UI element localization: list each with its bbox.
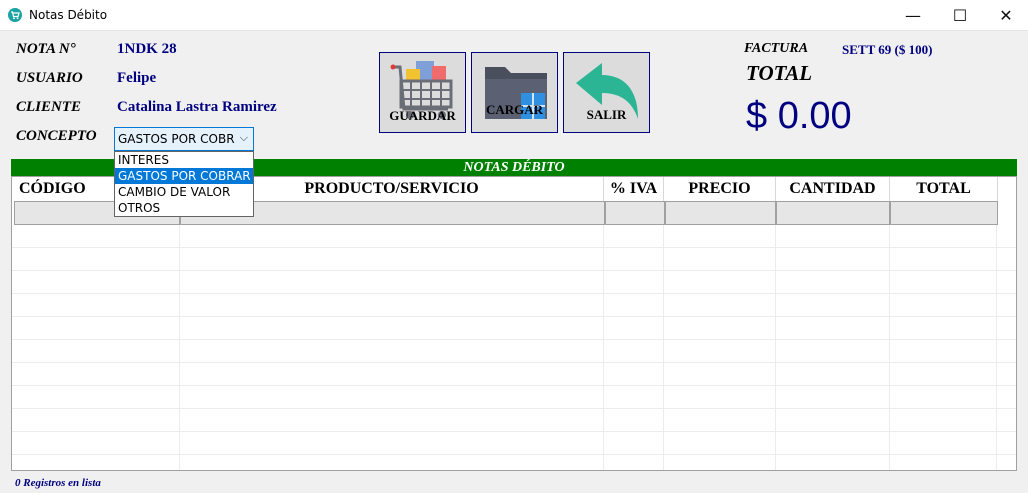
salir-label: SALIR <box>586 107 627 122</box>
grid-col-line <box>663 225 664 470</box>
cargar-label: CARGAR <box>485 102 544 117</box>
total-value: $ 0.00 <box>746 95 852 137</box>
concepto-select-value: GASTOS POR COBR <box>118 132 235 146</box>
grid-row-line <box>12 293 1016 294</box>
cliente-label: CLIENTE <box>16 99 82 115</box>
notas-debito-grid[interactable]: CÓDIGO PRODUCTO/SERVICIO % IVA PRECIO CA… <box>11 176 1017 471</box>
close-button[interactable]: ✕ <box>983 0 1028 31</box>
total-input[interactable] <box>890 201 998 225</box>
factura-value: SETT 69 ($ 100) <box>842 42 933 57</box>
grid-col-line <box>889 225 890 470</box>
grid-row-line <box>12 362 1016 363</box>
column-header-total[interactable]: TOTAL <box>890 177 998 201</box>
cargar-button[interactable]: CARGAR <box>471 52 558 133</box>
guardar-button[interactable]: GUARDAR <box>379 52 466 133</box>
grid-row-line <box>12 408 1016 409</box>
concepto-select[interactable]: GASTOS POR COBR ⌵ <box>114 127 254 151</box>
concepto-dropdown[interactable]: INTERES GASTOS POR COBRAR CAMBIO DE VALO… <box>114 151 254 217</box>
grid-col-line <box>996 225 997 470</box>
grid-row-line <box>12 270 1016 271</box>
total-label: TOTAL <box>746 61 813 85</box>
column-header-cantidad[interactable]: CANTIDAD <box>776 177 890 201</box>
nota-label: NOTA N° <box>16 41 76 57</box>
precio-input[interactable] <box>665 201 776 225</box>
dropdown-option[interactable]: OTROS <box>115 200 253 216</box>
concepto-label: CONCEPTO <box>16 128 97 144</box>
dropdown-option[interactable]: CAMBIO DE VALOR <box>115 184 253 200</box>
nota-value: 1NDK 28 <box>117 41 177 57</box>
grid-row-line <box>12 385 1016 386</box>
cantidad-input[interactable] <box>776 201 890 225</box>
grid-col-line <box>603 225 604 470</box>
salir-button[interactable]: SALIR <box>563 52 650 133</box>
minimize-button[interactable]: — <box>890 0 936 31</box>
guardar-label: GUARDAR <box>389 108 456 123</box>
maximize-button[interactable]: ☐ <box>937 0 983 31</box>
grid-row-line <box>12 454 1016 455</box>
grid-row-line <box>12 316 1016 317</box>
factura-label: FACTURA <box>744 41 809 56</box>
column-header-iva[interactable]: % IVA <box>604 177 664 201</box>
cart-icon <box>8 8 22 22</box>
dropdown-option-selected[interactable]: GASTOS POR COBRAR <box>115 168 253 184</box>
chevron-down-icon[interactable]: ⌵ <box>240 131 248 145</box>
iva-input[interactable] <box>605 201 665 225</box>
column-header-precio[interactable]: PRECIO <box>664 177 776 201</box>
window-title: Notas Débito <box>29 8 108 22</box>
usuario-value: Felipe <box>117 70 157 86</box>
grid-col-line <box>179 225 180 470</box>
grid-row-line <box>12 431 1016 432</box>
grid-row-line <box>12 339 1016 340</box>
dropdown-option[interactable]: INTERES <box>115 152 253 168</box>
grid-row-line <box>12 247 1016 248</box>
records-status: 0 Registros en lista <box>15 477 101 489</box>
title-bar: Notas Débito — ☐ ✕ <box>0 0 1028 31</box>
cliente-value: Catalina Lastra Ramirez <box>117 99 277 115</box>
usuario-label: USUARIO <box>16 70 83 86</box>
grid-col-line <box>775 225 776 470</box>
